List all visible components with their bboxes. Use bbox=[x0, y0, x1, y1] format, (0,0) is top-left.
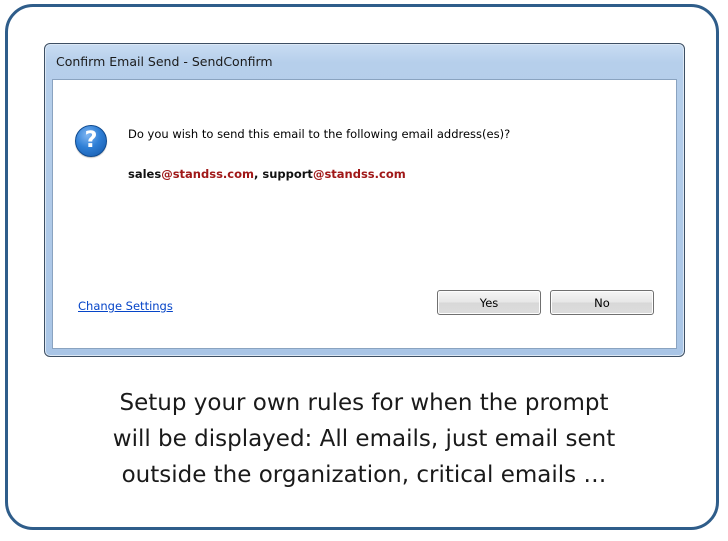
recipient-user: support bbox=[262, 167, 313, 181]
recipient-domain: @standss.com bbox=[161, 167, 254, 181]
feature-caption: Setup your own rules for when the prompt… bbox=[40, 385, 688, 493]
question-mark-glyph: ? bbox=[84, 128, 98, 153]
change-settings-link[interactable]: Change Settings bbox=[78, 299, 173, 313]
confirm-dialog-window: Confirm Email Send - SendConfirm ? Do yo… bbox=[44, 43, 685, 357]
recipient-list: sales@standss.com, support@standss.com bbox=[128, 167, 406, 181]
question-icon: ? bbox=[75, 125, 107, 157]
caption-line: outside the organization, critical email… bbox=[121, 462, 607, 488]
recipient-domain: @standss.com bbox=[312, 167, 406, 181]
caption-line: Setup your own rules for when the prompt bbox=[119, 390, 609, 416]
dialog-titlebar[interactable]: Confirm Email Send - SendConfirm bbox=[45, 44, 684, 79]
yes-button[interactable]: Yes bbox=[437, 290, 541, 315]
recipient-user: sales bbox=[128, 167, 162, 181]
no-button[interactable]: No bbox=[550, 290, 654, 315]
caption-line: will be displayed: All emails, just emai… bbox=[112, 426, 616, 452]
dialog-title: Confirm Email Send - SendConfirm bbox=[56, 54, 273, 69]
dialog-body: ? Do you wish to send this email to the … bbox=[52, 79, 677, 349]
confirm-question-text: Do you wish to send this email to the fo… bbox=[128, 127, 511, 141]
